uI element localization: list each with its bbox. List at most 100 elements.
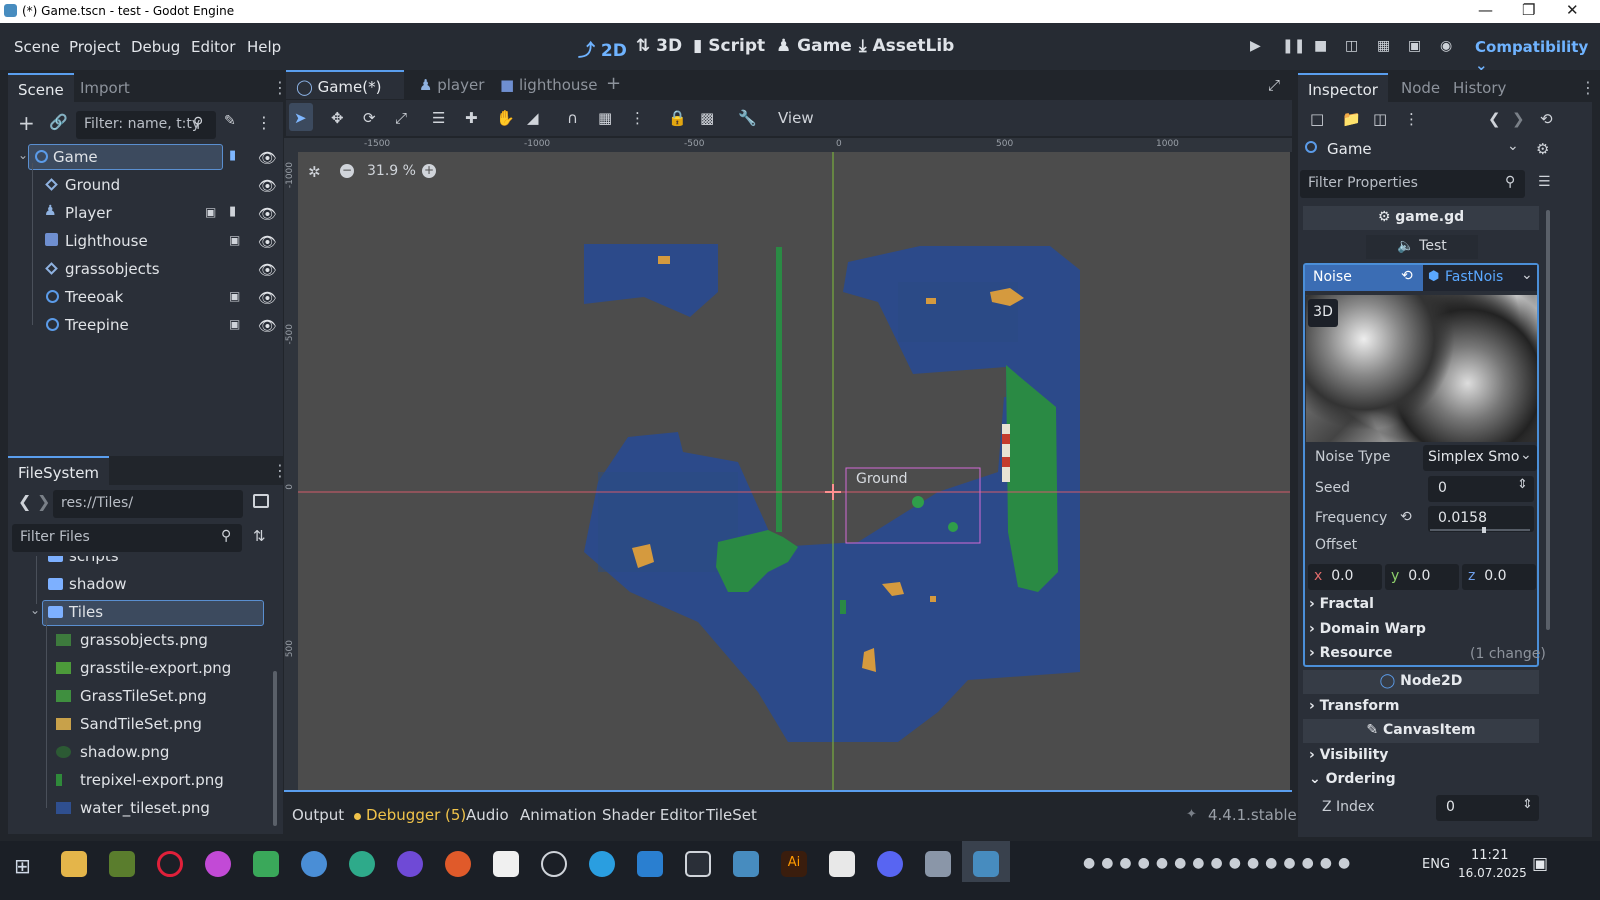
- inspector-scrollbar[interactable]: [1546, 210, 1550, 630]
- workspace-script[interactable]: ▮ Script: [693, 36, 765, 56]
- offset-y-field[interactable]: y 0.0: [1385, 564, 1459, 590]
- history-back-icon[interactable]: ❮: [1488, 110, 1501, 128]
- zoom-out-icon[interactable]: −: [340, 164, 354, 178]
- object-history-icon[interactable]: ⟲: [1540, 110, 1553, 128]
- illustrator-icon[interactable]: Ai: [781, 851, 807, 877]
- tree-node-lighthouse[interactable]: Lighthouse ▣ 👁: [8, 227, 278, 255]
- godot-active-icon[interactable]: [973, 851, 999, 877]
- menu-scene[interactable]: Scene: [14, 38, 60, 56]
- split-view-icon[interactable]: [253, 494, 269, 508]
- attach-script-icon[interactable]: ✎: [224, 113, 236, 129]
- vertical-ruler[interactable]: -1000 -500 0 500: [284, 152, 298, 790]
- back-arrow-icon[interactable]: ❮: [18, 492, 31, 511]
- revert-icon[interactable]: ⟲: [1401, 268, 1413, 284]
- unity-icon[interactable]: [685, 851, 711, 877]
- obs-icon[interactable]: [541, 851, 567, 877]
- object-selector[interactable]: Game ⌄: [1303, 138, 1528, 162]
- stop-icon[interactable]: ■: [1314, 38, 1327, 54]
- forward-arrow-icon[interactable]: ❯: [37, 492, 50, 511]
- property-options-icon[interactable]: ☰: [1538, 174, 1551, 190]
- pivot-tool-icon[interactable]: ✚: [465, 109, 478, 127]
- menu-help[interactable]: Help: [247, 38, 281, 56]
- filter-properties-input[interactable]: Filter Properties: [1300, 170, 1525, 198]
- play-scene-icon[interactable]: ▦: [1377, 38, 1390, 54]
- move-tool-icon[interactable]: ✥: [331, 109, 344, 127]
- noise-resource-picker[interactable]: ⬢ FastNois ⌄: [1423, 265, 1537, 291]
- pan-tool-icon[interactable]: ✋: [496, 109, 515, 127]
- tab-debugger[interactable]: Debugger (5): [366, 806, 466, 824]
- restore-button[interactable]: ❐: [1522, 1, 1535, 19]
- tab-audio[interactable]: Audio: [466, 806, 509, 824]
- distraction-free-icon[interactable]: ⤢: [1268, 76, 1280, 94]
- minimize-button[interactable]: —: [1478, 1, 1493, 19]
- tab-tileset[interactable]: TileSet: [706, 806, 757, 824]
- tab-player[interactable]: ♟ player: [409, 70, 494, 99]
- visibility-eye-icon[interactable]: 👁: [258, 177, 277, 195]
- rotate-tool-icon[interactable]: ⟳: [363, 109, 376, 127]
- collapse-arrow-icon[interactable]: ⌄: [30, 603, 40, 617]
- visibility-eye-icon[interactable]: 👁: [258, 205, 277, 223]
- close-window-button[interactable]: ✕: [1566, 1, 1579, 19]
- notifications-icon[interactable]: ▣: [1532, 854, 1548, 874]
- workspace-game[interactable]: ♟ Game: [776, 36, 852, 56]
- dock-menu-icon[interactable]: ⋮: [1580, 78, 1596, 97]
- category-resource[interactable]: › Resource: [1309, 645, 1393, 661]
- qt-creator-icon[interactable]: [253, 851, 279, 877]
- category-transform[interactable]: › Transform: [1309, 698, 1400, 714]
- telegram-icon[interactable]: [589, 851, 615, 877]
- workspace-3d[interactable]: ⇅ 3D: [636, 36, 682, 56]
- tab-lighthouse[interactable]: ■ lighthouse: [490, 70, 607, 99]
- skeleton-icon[interactable]: 🔧: [738, 109, 757, 127]
- menu-project[interactable]: Project: [69, 38, 120, 56]
- version-label[interactable]: 4.4.1.stable: [1208, 806, 1297, 824]
- collapse-arrow-icon[interactable]: ⌄: [18, 148, 28, 162]
- app-icon[interactable]: [445, 851, 471, 877]
- tab-game[interactable]: ◯ Game(*) ✕: [286, 70, 404, 114]
- script-section-header[interactable]: ⚙ game.gd: [1303, 206, 1539, 230]
- node2d-section-header[interactable]: ◯ Node2D: [1303, 670, 1539, 694]
- minecraft-icon[interactable]: [109, 851, 135, 877]
- app-icon[interactable]: [205, 851, 231, 877]
- scene-options-icon[interactable]: ⋮: [256, 113, 272, 132]
- tab-animation[interactable]: Animation: [520, 806, 596, 824]
- tab-output[interactable]: Output: [292, 806, 344, 824]
- visibility-eye-icon[interactable]: 👁: [258, 317, 277, 335]
- scrollbar[interactable]: [273, 671, 277, 826]
- snap-options-icon[interactable]: ⋮: [630, 109, 645, 127]
- open-scene-icon[interactable]: ▣: [229, 317, 240, 331]
- spin-updown-icon[interactable]: ⇕: [1517, 477, 1528, 492]
- pause-icon[interactable]: ❚❚: [1282, 38, 1305, 54]
- link-icon[interactable]: 🔗: [49, 113, 68, 131]
- history-forward-icon[interactable]: ❯: [1512, 110, 1525, 128]
- file-grassobjects[interactable]: grassobjects.png: [12, 626, 270, 654]
- visibility-eye-icon[interactable]: 👁: [258, 261, 277, 279]
- renderer-selector[interactable]: Compatibility ⌄: [1475, 38, 1600, 74]
- export-group-test[interactable]: 🔈 Test: [1366, 235, 1478, 259]
- godot-icon[interactable]: [733, 851, 759, 877]
- capcut-icon[interactable]: [493, 851, 519, 877]
- system-tray-icons[interactable]: ●●●●●●●●●●●●●●●: [1083, 855, 1356, 871]
- tab-import[interactable]: Import: [70, 73, 140, 102]
- category-fractal[interactable]: › Fractal: [1309, 596, 1374, 612]
- tab-node[interactable]: Node: [1391, 73, 1450, 102]
- scale-tool-icon[interactable]: ⤢: [395, 109, 407, 127]
- vscode-icon[interactable]: [637, 851, 663, 877]
- file-water-tileset[interactable]: water_tileset.png: [12, 794, 270, 822]
- movie-maker-icon[interactable]: ◉: [1440, 38, 1452, 54]
- workspace-2d[interactable]: ⤴ 2D: [578, 36, 627, 61]
- preview-3d-toggle[interactable]: 3D: [1308, 299, 1338, 327]
- window-app-icon[interactable]: [925, 851, 951, 877]
- discord-icon[interactable]: [877, 851, 903, 877]
- open-scene-icon[interactable]: ▣: [229, 289, 240, 303]
- github-desktop-icon[interactable]: [349, 851, 375, 877]
- sort-icon[interactable]: ⇅: [253, 527, 266, 545]
- zoom-in-icon[interactable]: +: [422, 164, 436, 178]
- select-tool-icon[interactable]: ➤: [294, 109, 307, 127]
- inspector-options-icon[interactable]: ⋮: [1404, 110, 1419, 128]
- new-resource-icon[interactable]: □: [1310, 110, 1324, 128]
- view-menu[interactable]: View: [778, 109, 814, 127]
- viber-icon[interactable]: [397, 851, 423, 877]
- add-tab-button[interactable]: +: [596, 70, 631, 99]
- grid-snap-icon[interactable]: ▦: [598, 109, 612, 127]
- folder-tiles[interactable]: ⌄ Tiles: [12, 598, 270, 626]
